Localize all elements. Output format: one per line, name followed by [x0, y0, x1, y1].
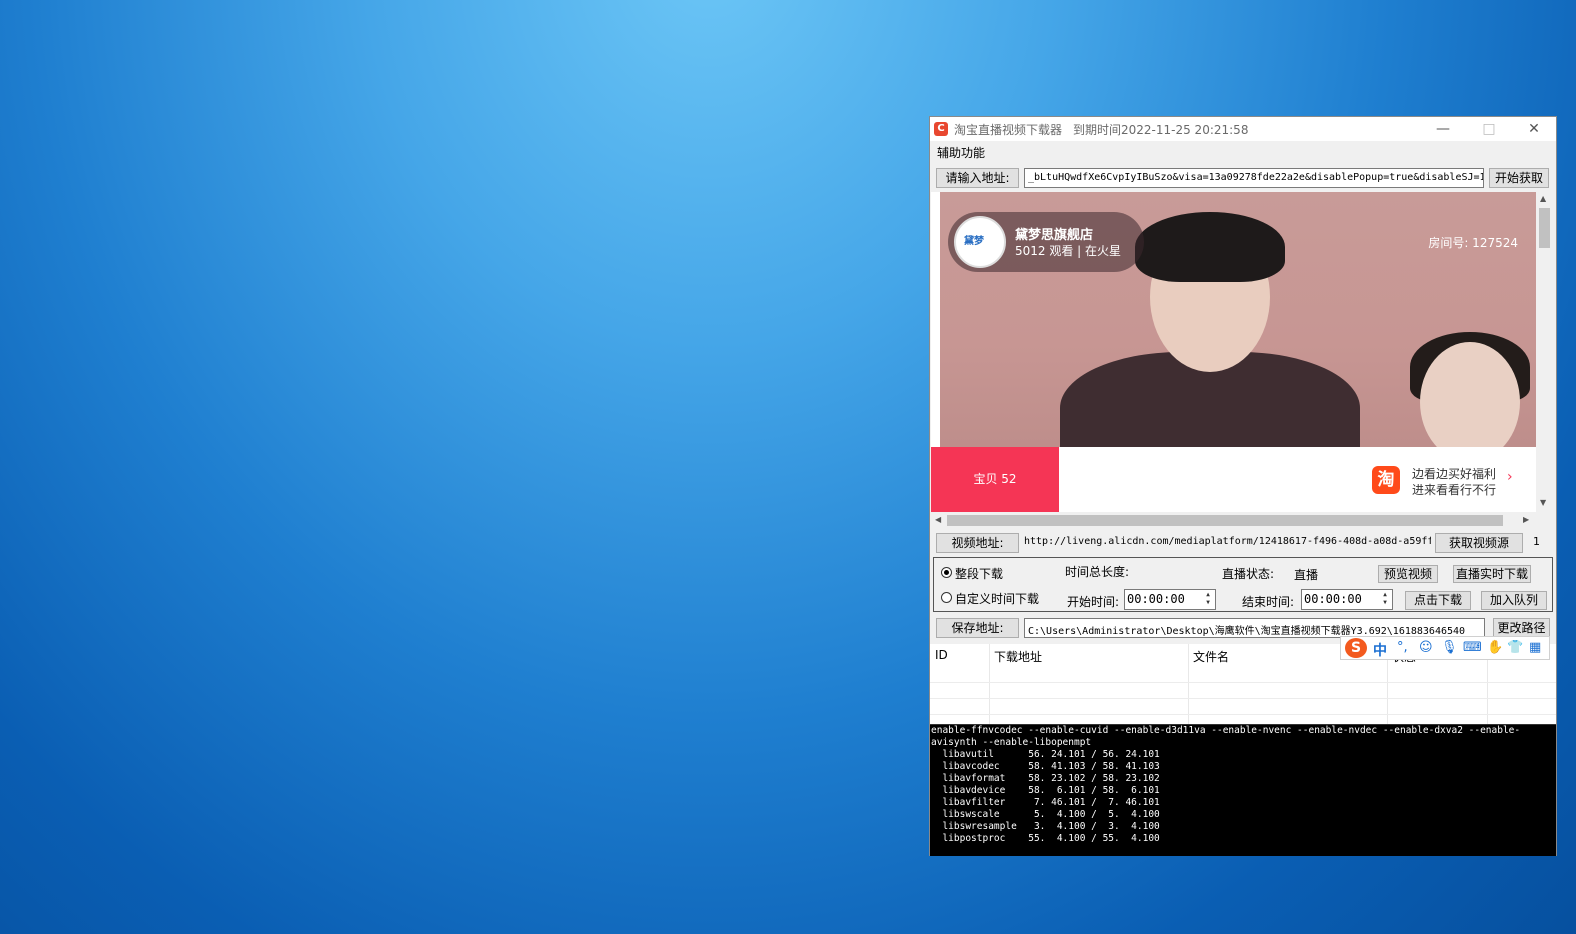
toolbox-icon[interactable]: ▦ — [1529, 640, 1541, 655]
baby-count-button[interactable]: 宝贝 52 — [931, 447, 1059, 512]
punctuation-icon[interactable]: °, — [1397, 640, 1408, 655]
taobao-icon: 淘 — [1372, 466, 1400, 494]
console-line: libavformat 58. 23.102 / 58. 23.102 — [931, 773, 1160, 784]
radio-custom-download[interactable] — [941, 592, 952, 603]
save-path-label-button[interactable]: 保存地址: — [936, 618, 1019, 638]
live-preview[interactable]: 黛梦 黛梦思旗舰店 5012 观看 | 在火星 房间号: 127524 宝贝 5… — [931, 192, 1536, 512]
end-time-value: 00:00:00 — [1304, 592, 1362, 606]
skin-icon[interactable]: 👕 — [1507, 640, 1523, 655]
ime-mode-chinese[interactable]: 中 — [1373, 640, 1387, 660]
radio-full-download-label[interactable]: 整段下载 — [955, 565, 1003, 582]
get-video-source-button[interactable]: 获取视频源 — [1435, 533, 1523, 553]
console-line: libswscale 5. 4.100 / 5. 4.100 — [931, 809, 1160, 820]
console-line: enable-ffnvcodec --enable-cuvid --enable… — [931, 725, 1521, 736]
url-label-button[interactable]: 请输入地址: — [936, 168, 1019, 188]
host-avatar-text: 黛梦 — [964, 236, 984, 247]
video-url-label-button[interactable]: 视频地址: — [936, 533, 1019, 553]
end-time-input[interactable]: 00:00:00 ▲ ▼ — [1301, 589, 1393, 610]
start-time-value: 00:00:00 — [1127, 592, 1185, 606]
total-length-label: 时间总长度: — [1065, 565, 1130, 579]
ime-toolbar[interactable]: S 中 °, ☺ 🎙 ⌨ ✋ 👕 ▦ — [1340, 636, 1550, 660]
console-line: libavdevice 58. 6.101 / 58. 6.101 — [931, 785, 1160, 796]
save-path-input[interactable]: C:\Users\Administrator\Desktop\海鹰软件\淘宝直播… — [1024, 618, 1485, 638]
close-button[interactable]: ✕ — [1519, 119, 1549, 139]
promo-line-1[interactable]: 边看边买好福利 — [1412, 465, 1496, 482]
video-person-hair — [1135, 212, 1285, 282]
scroll-up-icon[interactable]: ▲ — [1540, 194, 1546, 203]
radio-custom-download-label[interactable]: 自定义时间下载 — [955, 590, 1039, 607]
menu-bar: 辅助功能 — [930, 141, 1556, 162]
maximize-button[interactable]: □ — [1474, 119, 1504, 139]
column-header-filename[interactable]: 文件名 — [1193, 648, 1229, 665]
radio-full-download[interactable] — [941, 567, 952, 578]
console-line: libavcodec 58. 41.103 / 58. 41.103 — [931, 761, 1160, 772]
preview-video-button[interactable]: 预览视频 — [1378, 565, 1438, 583]
app-icon: C — [934, 122, 948, 136]
end-time-label: 结束时间: — [1242, 595, 1295, 609]
column-header-id[interactable]: ID — [935, 648, 948, 662]
table-row — [930, 698, 1556, 699]
expire-time: 到期时间2022-11-25 20:21:58 — [1073, 123, 1249, 137]
click-download-button[interactable]: 点击下载 — [1405, 591, 1471, 610]
start-time-input[interactable]: 00:00:00 ▲ ▼ — [1124, 589, 1216, 610]
end-time-spinner-icon[interactable]: ▲ ▼ — [1379, 591, 1391, 607]
preview-bottom-bar: 宝贝 52 淘 边看边买好福利 进来看看行不行 › — [931, 447, 1536, 512]
microphone-icon[interactable]: 🎙 — [1441, 640, 1458, 655]
start-time-spinner-icon[interactable]: ▲ ▼ — [1202, 591, 1214, 607]
host-viewers: 5012 观看 | 在火星 — [1015, 244, 1122, 258]
column-header-url[interactable]: 下载地址 — [994, 648, 1042, 665]
live-status-label: 直播状态: — [1222, 567, 1275, 581]
host-name: 黛梦思旗舰店 — [1015, 228, 1094, 243]
console-line: libpostproc 55. 4.100 / 55. 4.100 — [931, 833, 1160, 844]
table-row — [930, 714, 1556, 715]
console-line: libswresample 3. 4.100 / 3. 4.100 — [931, 821, 1160, 832]
ffmpeg-console[interactable]: enable-ffnvcodec --enable-cuvid --enable… — [930, 724, 1556, 856]
minimize-button[interactable]: — — [1428, 119, 1458, 139]
video-source-count: 1 — [1533, 535, 1540, 548]
console-line: avisynth --enable-libopenmpt — [931, 737, 1092, 748]
room-number: 房间号: 127524 — [1428, 236, 1518, 250]
scroll-left-icon[interactable]: ◀ — [935, 515, 941, 524]
menu-item-assist[interactable]: 辅助功能 — [937, 144, 985, 161]
emoji-icon[interactable]: ☺ — [1419, 640, 1433, 655]
window-title: 淘宝直播视频下载器 — [954, 123, 1063, 137]
downloader-window: C 淘宝直播视频下载器 到期时间2022-11-25 20:21:58 — □ … — [929, 116, 1557, 856]
vertical-scroll-thumb[interactable] — [1539, 208, 1550, 248]
keyboard-icon[interactable]: ⌨ — [1463, 640, 1482, 655]
preview-vertical-scrollbar[interactable]: ▲ ▼ — [1536, 192, 1553, 512]
promo-line-2[interactable]: 进来看看行不行 — [1412, 481, 1496, 498]
handwriting-icon[interactable]: ✋ — [1487, 640, 1503, 655]
video-url-field[interactable]: http://liveng.alicdn.com/mediaplatform/1… — [1021, 533, 1431, 553]
video-frame: 黛梦 黛梦思旗舰店 5012 观看 | 在火星 房间号: 127524 — [940, 192, 1536, 447]
sogou-logo-icon[interactable]: S — [1345, 638, 1367, 658]
chevron-right-icon[interactable]: › — [1507, 469, 1513, 485]
console-line: libavutil 56. 24.101 / 56. 24.101 — [931, 749, 1160, 760]
scroll-right-icon[interactable]: ▶ — [1523, 515, 1529, 524]
table-row — [930, 682, 1556, 683]
console-line: libavfilter 7. 46.101 / 7. 46.101 — [931, 797, 1160, 808]
column-divider — [1188, 644, 1189, 724]
start-fetch-button[interactable]: 开始获取 — [1489, 168, 1549, 188]
add-queue-button[interactable]: 加入队列 — [1481, 591, 1547, 610]
realtime-download-button[interactable]: 直播实时下载 — [1453, 565, 1531, 583]
live-status-value: 直播 — [1294, 568, 1319, 582]
preview-horizontal-scrollbar[interactable]: ◀ ▶ — [931, 512, 1536, 529]
column-divider — [989, 644, 990, 724]
host-avatar[interactable]: 黛梦 — [954, 216, 1006, 268]
change-path-button[interactable]: 更改路径 — [1493, 618, 1550, 638]
scroll-down-icon[interactable]: ▼ — [1540, 498, 1546, 507]
url-input[interactable]: _bLtuHQwdfXe6CvpIyIBuSzo&visa=13a09278fd… — [1024, 168, 1484, 188]
start-time-label: 开始时间: — [1067, 595, 1120, 609]
horizontal-scroll-thumb[interactable] — [947, 515, 1503, 526]
title-bar[interactable]: C 淘宝直播视频下载器 到期时间2022-11-25 20:21:58 — □ … — [930, 117, 1556, 141]
